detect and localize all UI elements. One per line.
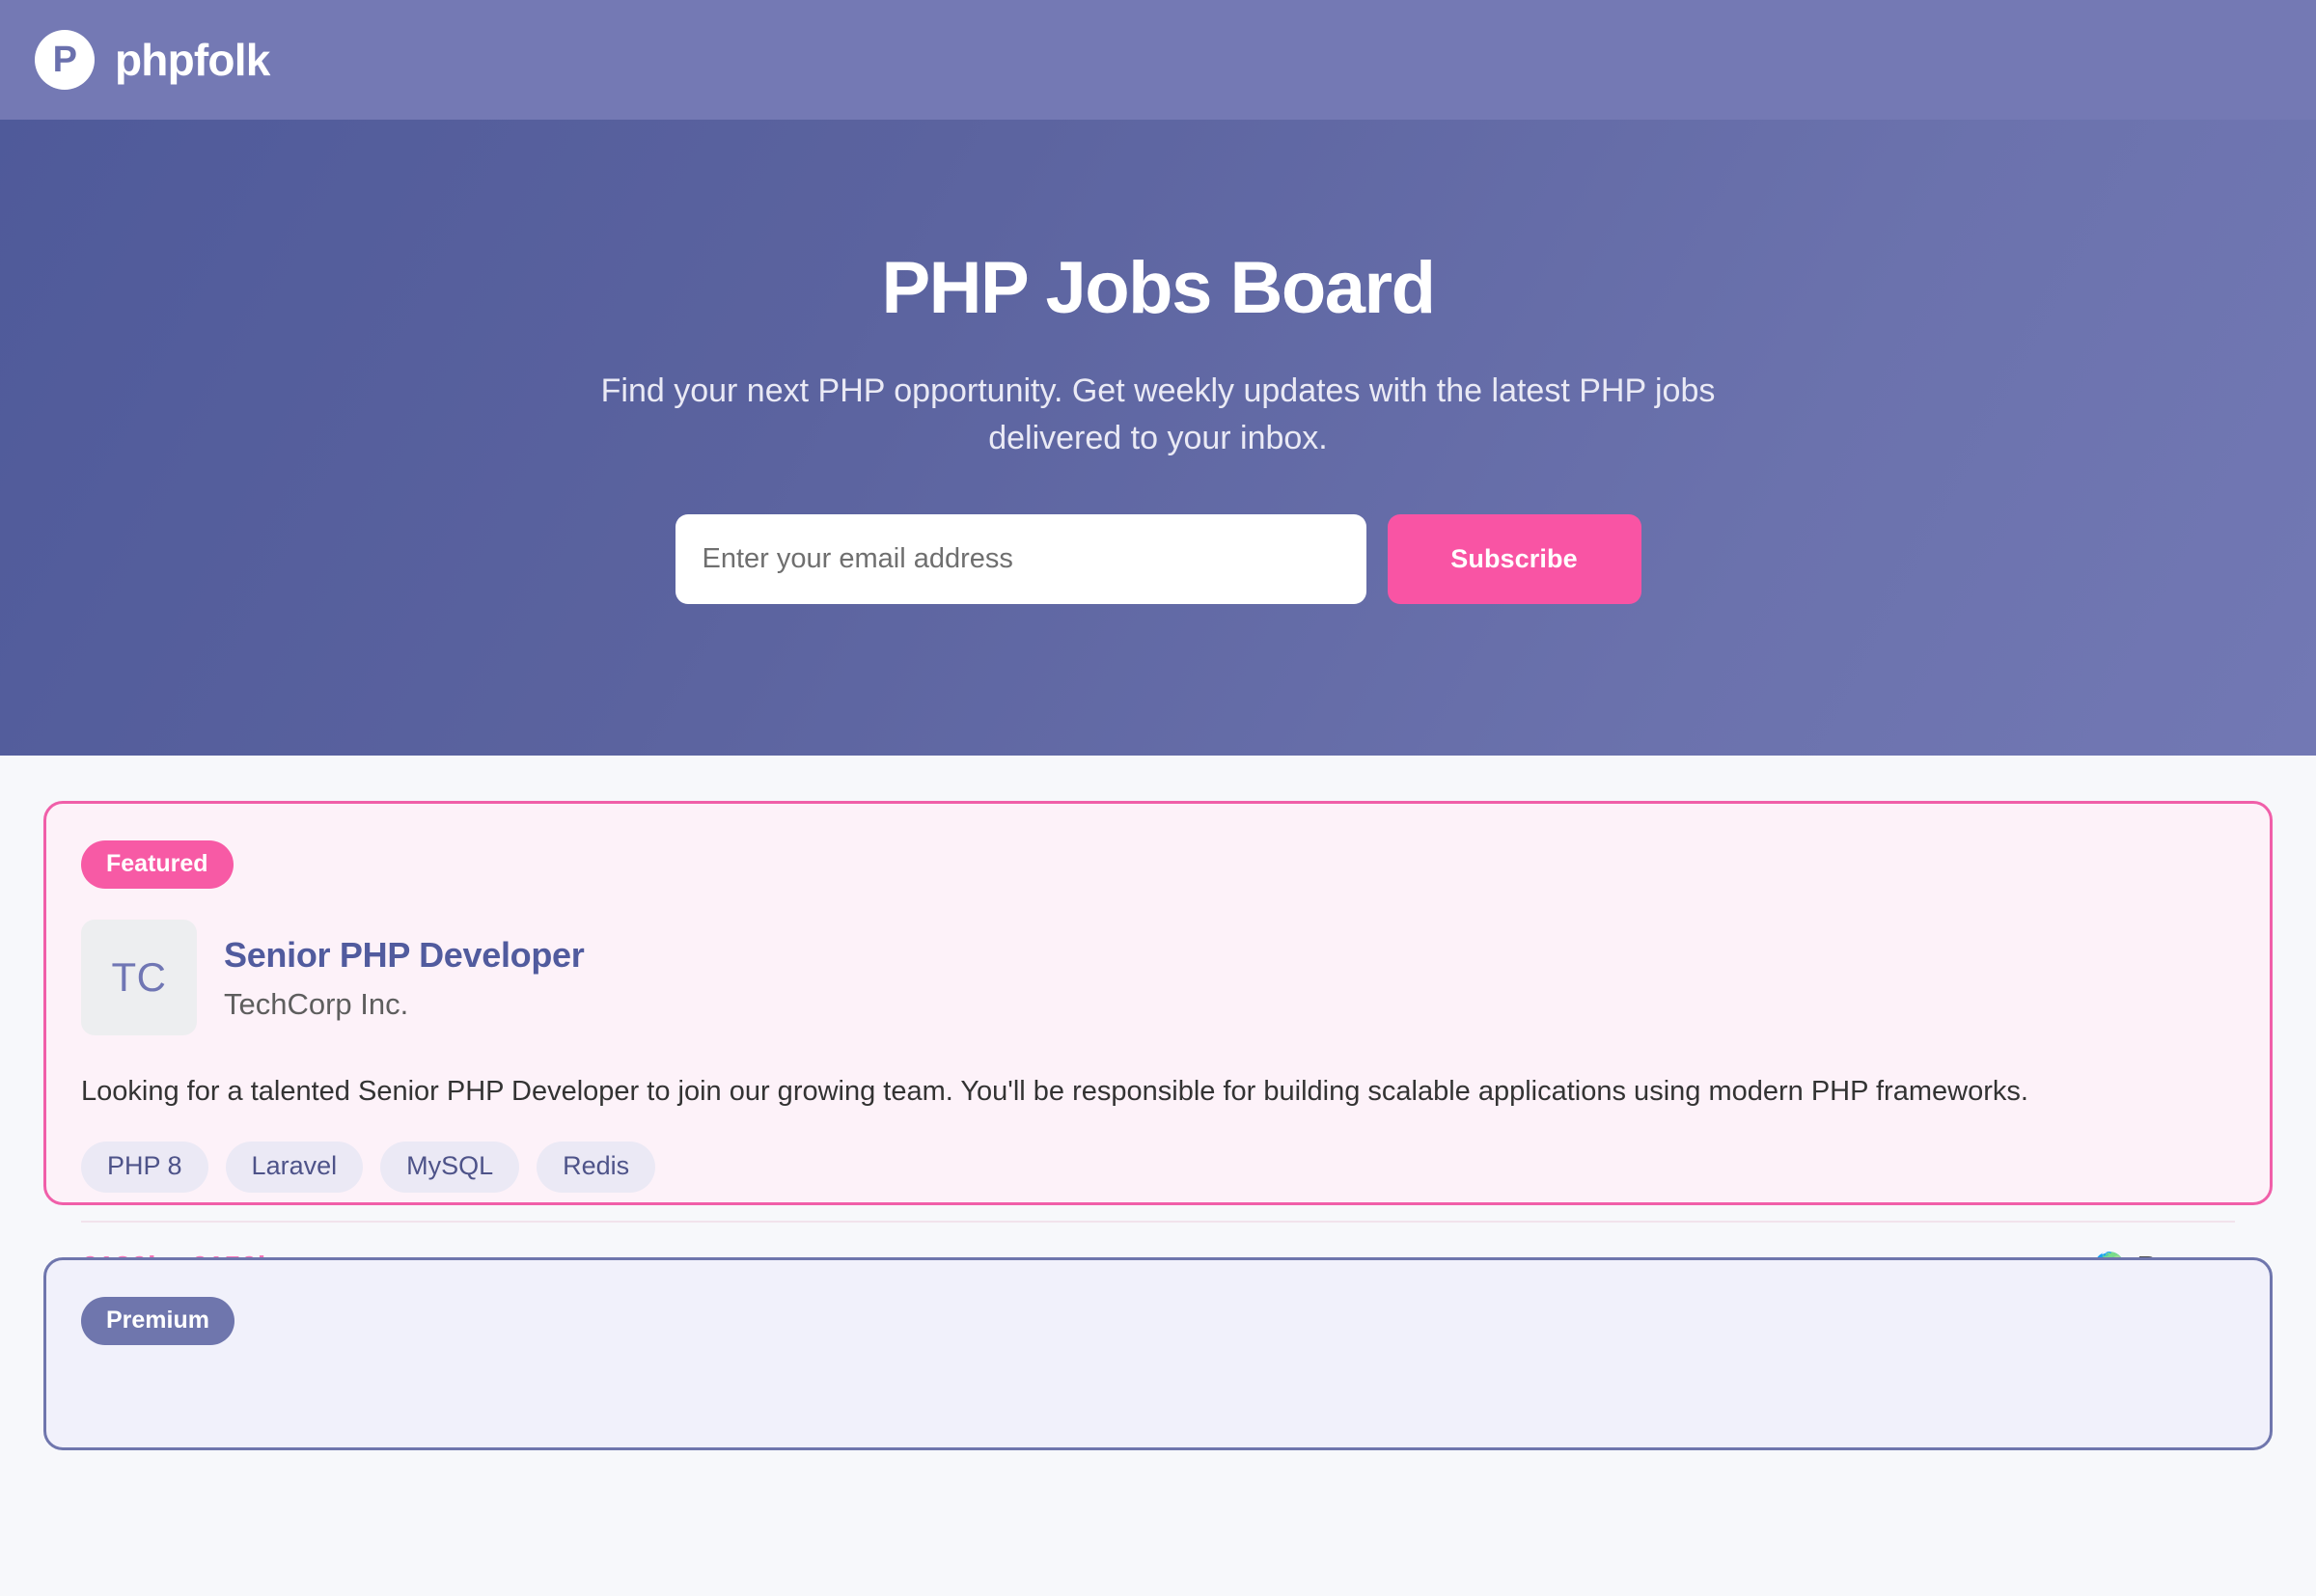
brand-logo[interactable]: P phpfolk — [35, 30, 270, 90]
hero-subtitle: Find your next PHP opportunity. Get week… — [600, 372, 1716, 457]
brand-name: phpfolk — [115, 35, 270, 85]
page-title: PHP Jobs Board — [881, 247, 1436, 329]
job-tag[interactable]: PHP 8 — [81, 1142, 208, 1194]
hero-section: PHP Jobs Board Find your next PHP opport… — [0, 120, 2316, 756]
circle-p-icon: P — [35, 30, 95, 90]
logo-letter: P — [52, 40, 77, 80]
job-title-link[interactable]: Senior PHP Developer — [224, 935, 585, 976]
subscribe-form: Subscribe — [675, 513, 1641, 604]
job-card-premium[interactable]: Premium — [43, 1257, 2273, 1450]
status-badge-premium: Premium — [81, 1297, 234, 1345]
status-badge-featured: Featured — [81, 840, 234, 889]
company-logo-avatar: TC — [81, 920, 197, 1035]
job-tag-list: PHP 8 Laravel MySQL Redis — [81, 1142, 2235, 1194]
job-description: Looking for a talented Senior PHP Develo… — [81, 1076, 2028, 1107]
company-initials: TC — [111, 954, 167, 1000]
subscribe-button[interactable]: Subscribe — [1387, 513, 1641, 604]
email-field[interactable] — [675, 513, 1366, 604]
job-tag[interactable]: Laravel — [225, 1142, 364, 1194]
job-list: Featured TC Senior PHP Developer TechCor… — [0, 756, 2316, 1450]
job-tag[interactable]: Redis — [537, 1142, 656, 1194]
job-tag[interactable]: MySQL — [380, 1142, 520, 1194]
job-header-text: Senior PHP Developer TechCorp Inc. — [224, 920, 585, 1022]
job-company-name: TechCorp Inc. — [224, 987, 409, 1021]
site-header: P phpfolk — [0, 0, 2316, 120]
job-header: TC Senior PHP Developer TechCorp Inc. — [81, 920, 2235, 1035]
job-card-featured[interactable]: Featured TC Senior PHP Developer TechCor… — [43, 801, 2273, 1283]
